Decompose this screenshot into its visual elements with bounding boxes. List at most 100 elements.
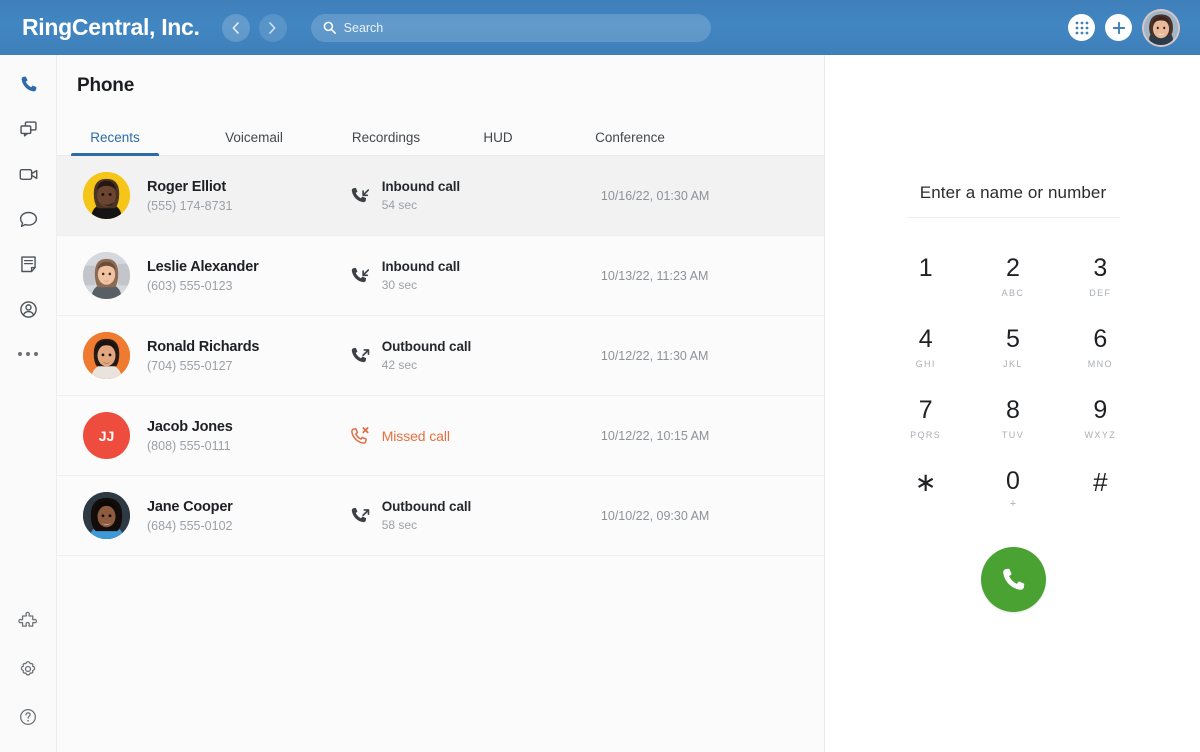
- key-4[interactable]: 4 GHI: [882, 327, 969, 370]
- avatar-initials-text: JJ: [98, 427, 115, 444]
- key-letters: [1057, 502, 1144, 513]
- sidebar-item-settings[interactable]: [13, 654, 43, 684]
- contact-info: Jane Cooper (684) 555-0102: [147, 499, 349, 533]
- sidebar-item-contacts[interactable]: [13, 294, 43, 324]
- call-duration: 42 sec: [381, 358, 418, 372]
- avatar-image: [83, 332, 130, 379]
- tab-bar: Recents Voicemail Recordings HUD Confere…: [57, 114, 824, 156]
- key-digit: 7: [918, 396, 933, 424]
- contact-info: Leslie Alexander (603) 555-0123: [147, 259, 349, 293]
- contact-phone: (684) 555-0102: [147, 518, 233, 533]
- contact-phone: (808) 555-0111: [147, 438, 231, 453]
- key-letters: [882, 288, 969, 299]
- key-3[interactable]: 3 DEF: [1057, 256, 1144, 299]
- sidebar-item-chat[interactable]: [13, 204, 43, 234]
- inbound-call-icon: [349, 265, 371, 287]
- contact-person-icon: [19, 300, 37, 318]
- tab-recordings[interactable]: Recordings: [331, 130, 441, 155]
- sidebar-item-apps[interactable]: [13, 606, 43, 636]
- call-timestamp: 10/12/22, 11:30 AM: [600, 348, 709, 363]
- contact-phone: (603) 555-0123: [147, 278, 233, 293]
- call-type-label: Outbound call: [381, 339, 472, 354]
- sidebar-item-messages[interactable]: [13, 114, 43, 144]
- table-row[interactable]: Roger Elliot (555) 174-8731 Inbound call…: [57, 156, 824, 236]
- key-digit: ∗: [914, 467, 937, 497]
- contact-info: Roger Elliot (555) 174-8731: [147, 179, 349, 213]
- search-input[interactable]: [343, 20, 699, 35]
- sidebar-item-help[interactable]: [13, 702, 43, 732]
- key-letters: [882, 502, 969, 513]
- key-8[interactable]: 8 TUV: [969, 398, 1056, 441]
- tab-recents[interactable]: Recents: [71, 130, 159, 156]
- key-digit: 4: [918, 325, 933, 353]
- call-button[interactable]: [980, 547, 1046, 612]
- key-2[interactable]: 2 ABC: [969, 256, 1056, 299]
- key-digit: #: [1093, 467, 1108, 497]
- key-letters: ABC: [1001, 288, 1025, 298]
- contact-info: Ronald Richards (704) 555-0127: [147, 339, 349, 373]
- tab-voicemail[interactable]: Voicemail: [199, 130, 309, 155]
- table-row[interactable]: Leslie Alexander (603) 555-0123 Inbound …: [57, 236, 824, 316]
- avatar: [83, 492, 130, 539]
- dial-entry-field[interactable]: Enter a name or number: [907, 183, 1119, 218]
- forward-button[interactable]: [258, 13, 287, 42]
- key-letters: PQRS: [910, 430, 942, 440]
- key-digit: 0: [1006, 467, 1020, 495]
- avatar-initials: JJ: [83, 412, 130, 459]
- contact-info: Jacob Jones (808) 555-0111: [147, 419, 349, 453]
- key-0[interactable]: 0 +: [969, 469, 1056, 513]
- video-camera-icon: [19, 168, 37, 180]
- left-navigation-rail: [0, 55, 57, 752]
- table-row[interactable]: JJ Jacob Jones (808) 555-0111 Missed cal…: [57, 396, 824, 476]
- phone-main-panel: Phone Recents Voicemail Recordings HUD C…: [57, 55, 825, 752]
- outbound-call-icon: [349, 345, 371, 367]
- avatar-image: [83, 172, 130, 219]
- chevron-left-icon: [232, 21, 239, 34]
- page-title: Phone: [77, 75, 135, 96]
- key-pound[interactable]: #: [1057, 469, 1144, 513]
- call-button-container: [980, 547, 1046, 612]
- key-9[interactable]: 9 WXYZ: [1057, 398, 1144, 441]
- tab-hud[interactable]: HUD: [463, 130, 533, 155]
- table-row[interactable]: Ronald Richards (704) 555-0127 Outbound …: [57, 316, 824, 396]
- sidebar-item-tasks[interactable]: [13, 249, 43, 279]
- search-bar[interactable]: [310, 13, 711, 42]
- brand-title: RingCentral, Inc.: [22, 14, 200, 40]
- call-type-label: Missed call: [381, 427, 450, 444]
- key-digit: 1: [918, 254, 933, 282]
- key-letters: +: [1009, 498, 1017, 510]
- call-type-cell: Inbound call 54 sec: [349, 179, 601, 212]
- key-6[interactable]: 6 MNO: [1057, 327, 1144, 370]
- tab-conference[interactable]: Conference: [575, 130, 685, 155]
- call-timestamp: 10/12/22, 10:15 AM: [600, 428, 710, 443]
- avatar[interactable]: [1142, 8, 1180, 47]
- key-digit: 3: [1093, 254, 1108, 282]
- add-button[interactable]: [1105, 14, 1132, 41]
- avatar: [83, 172, 130, 219]
- call-type-text: Missed call: [382, 428, 450, 444]
- key-digit: 2: [1006, 254, 1020, 282]
- contact-name: Jacob Jones: [147, 418, 233, 435]
- key-7[interactable]: 7 PQRS: [882, 398, 969, 441]
- sidebar-item-phone[interactable]: [13, 69, 43, 99]
- call-type-text: Outbound call 42 sec: [381, 339, 472, 372]
- contact-phone: (555) 174-8731: [147, 198, 233, 213]
- call-type-label: Inbound call: [381, 179, 461, 194]
- key-5[interactable]: 5 JKL: [969, 327, 1056, 370]
- key-1[interactable]: 1: [882, 256, 969, 299]
- sidebar-item-video[interactable]: [13, 159, 43, 189]
- question-circle-icon: [20, 709, 36, 725]
- sidebar-item-more[interactable]: [13, 339, 43, 369]
- dialpad-button[interactable]: [1068, 14, 1095, 41]
- contact-name: Jane Cooper: [147, 498, 233, 515]
- ringcentral-app-window: RingCentral, Inc. Search Phone Recents V…: [0, 0, 1200, 752]
- back-button[interactable]: [221, 13, 250, 42]
- table-row[interactable]: Jane Cooper (684) 555-0102 Outbound call…: [57, 476, 824, 556]
- call-type-label: Inbound call: [381, 259, 461, 274]
- key-star[interactable]: ∗: [882, 469, 969, 513]
- gear-icon: [20, 661, 36, 676]
- missed-call-icon: [349, 425, 371, 447]
- chat-bubble-icon: [19, 211, 37, 227]
- phone-icon: [1003, 568, 1025, 590]
- call-duration: 54 sec: [381, 198, 418, 212]
